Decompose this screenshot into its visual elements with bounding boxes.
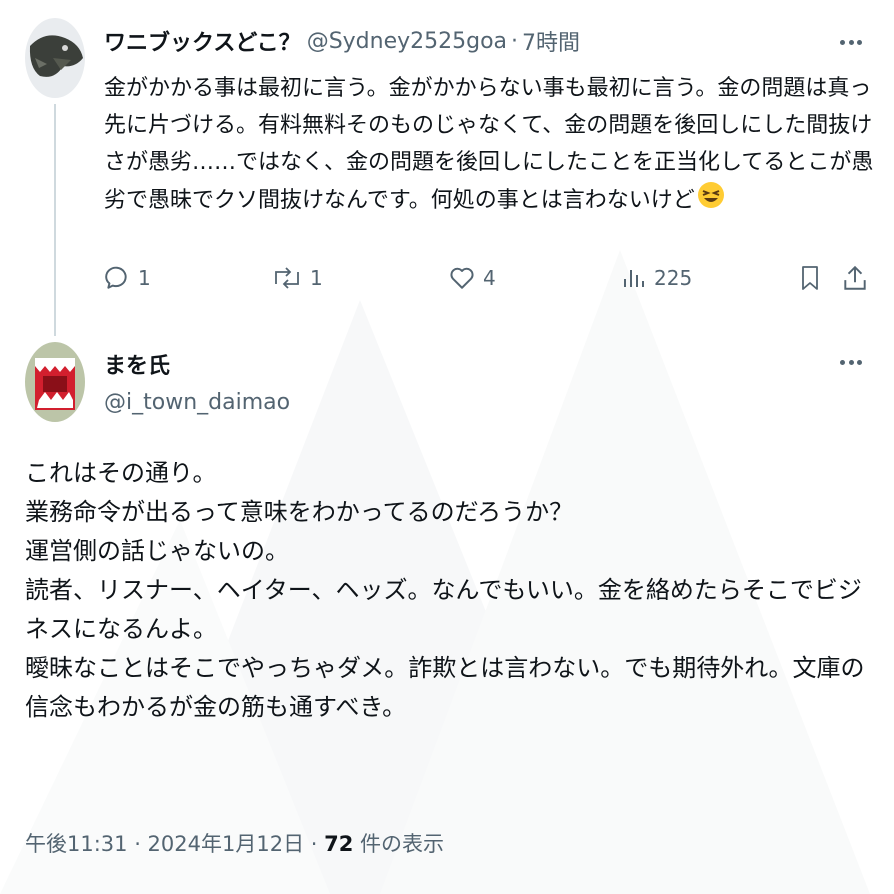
tweet2-timestamp[interactable]: 午後11:31 · 2024年1月12日 ·	[25, 832, 324, 856]
tweet1-display-name[interactable]: ワニブックスどこ？	[104, 25, 301, 57]
retweet-icon	[275, 267, 299, 289]
retweet-button[interactable]: 1	[272, 258, 323, 298]
tweet1-handle[interactable]: @Sydney2525goa	[307, 29, 507, 54]
reply-count: 1	[138, 266, 151, 290]
more-icon[interactable]	[840, 32, 862, 52]
tweet2-text: これはその通り。 業務命令が出るって意味をわかってるのだろうか？ 運営側の話じゃ…	[25, 459, 865, 721]
tweet1-time[interactable]: 7時間	[522, 25, 580, 57]
share-icon	[844, 265, 866, 290]
red-monster-avatar[interactable]	[25, 342, 85, 422]
tweet2-handle[interactable]: @i_town_daimao	[104, 390, 290, 415]
bookmark-icon	[802, 266, 818, 290]
bookmark-button[interactable]	[798, 258, 822, 298]
tweet2-meta: 午後11:31 · 2024年1月12日 · 72 件の表示	[25, 828, 444, 858]
tweet1-action-bar: 1 1 4 225	[104, 258, 874, 298]
tweet2-views-label: 件の表示	[353, 832, 445, 856]
like-count: 4	[483, 266, 496, 290]
retweet-count: 1	[310, 266, 323, 290]
lizard-avatar[interactable]	[25, 18, 85, 98]
share-button[interactable]	[842, 258, 868, 298]
tweet1-header: ワニブックスどこ？ @Sydney2525goa · 7時間	[104, 25, 580, 57]
grinning-squinting-face-icon	[697, 181, 725, 221]
like-button[interactable]: 4	[449, 258, 496, 298]
reply-icon	[105, 266, 127, 289]
reply-button[interactable]: 1	[104, 258, 151, 298]
thread-connector-line	[54, 104, 56, 336]
tweet2-display-name[interactable]: まを氏	[104, 348, 170, 380]
more-icon[interactable]	[840, 352, 862, 372]
tweet2-views-count: 72	[324, 832, 354, 856]
tweet1-separator: ·	[511, 28, 519, 54]
tweet1-text: 金がかかる事は最初に言う。金がかからない事も最初に言う。金の問題は真っ先に片づけ…	[104, 70, 874, 221]
heart-icon	[450, 267, 474, 289]
views-count: 225	[654, 266, 693, 290]
views-button[interactable]: 225	[622, 258, 692, 298]
tweet1-body: 金がかかる事は最初に言う。金がかからない事も最初に言う。金の問題は真っ先に片づけ…	[104, 76, 874, 213]
views-icon	[624, 270, 644, 287]
